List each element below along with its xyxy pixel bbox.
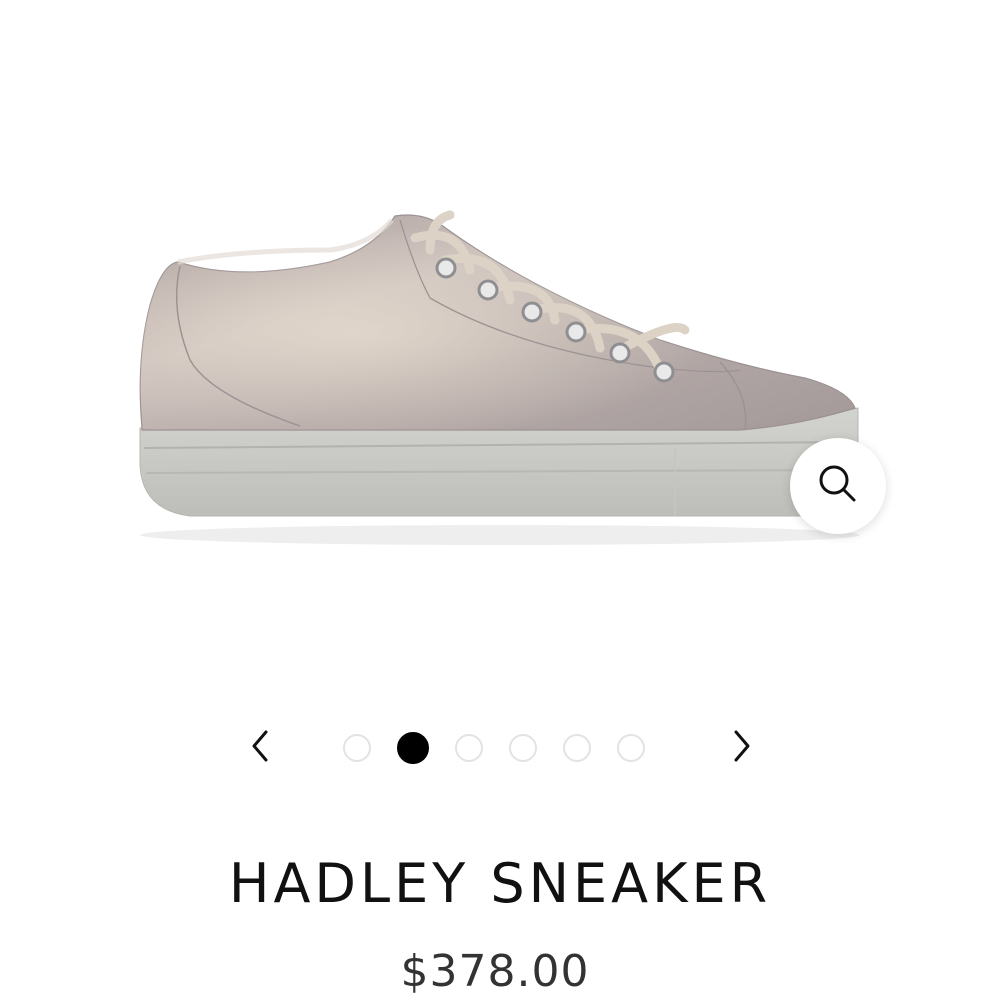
magnifier-icon	[816, 462, 860, 510]
carousel-dots	[343, 732, 645, 764]
carousel-dot-2[interactable]	[397, 732, 429, 764]
carousel-dot-1[interactable]	[343, 734, 371, 762]
product-price: $378.00	[400, 946, 590, 997]
carousel-dot-4[interactable]	[509, 734, 537, 762]
product-title: HADLEY SNEAKER	[228, 852, 772, 915]
carousel-next-button[interactable]	[720, 726, 764, 770]
chevron-right-icon	[730, 728, 754, 768]
carousel-dot-5[interactable]	[563, 734, 591, 762]
image-carousel-nav	[230, 720, 770, 776]
chevron-left-icon	[248, 728, 272, 768]
carousel-dot-6[interactable]	[617, 734, 645, 762]
carousel-prev-button[interactable]	[238, 726, 282, 770]
zoom-button[interactable]	[790, 438, 886, 534]
sneaker-illustration	[139, 210, 860, 545]
carousel-dot-3[interactable]	[455, 734, 483, 762]
product-image[interactable]	[100, 190, 900, 560]
